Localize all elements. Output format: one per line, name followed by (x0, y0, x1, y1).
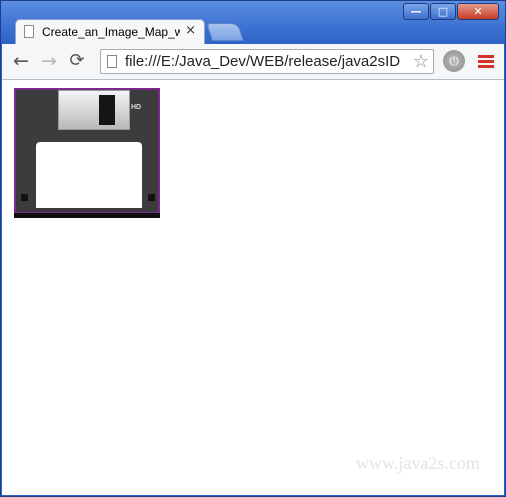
floppy-disk-image[interactable]: HD (14, 88, 160, 218)
menu-icon[interactable] (478, 55, 494, 68)
menu-bar-1 (478, 55, 494, 58)
tab-title: Create_an_Image_Map_wi (42, 25, 180, 39)
forward-button[interactable]: → (38, 50, 60, 72)
menu-bar-3 (478, 65, 494, 68)
close-window-button[interactable]: ✕ (457, 3, 499, 20)
extension-icon[interactable]: ⏻ (443, 50, 465, 72)
page-icon (107, 55, 117, 68)
reload-button[interactable]: ⟳ (66, 50, 88, 72)
page-content: HD www.java2s.com (2, 80, 504, 495)
new-tab-button[interactable] (206, 23, 244, 41)
maximize-button[interactable]: □ (430, 3, 456, 20)
floppy-hole-right (148, 194, 155, 201)
bookmark-star-icon[interactable]: ☆ (413, 51, 429, 72)
url-text[interactable]: file:///E:/Java_Dev/WEB/release/java2sID (125, 53, 407, 70)
tab-close-icon[interactable]: × (185, 23, 196, 38)
minimize-button[interactable]: — (403, 3, 429, 20)
floppy-hd-mark: HD (131, 104, 142, 111)
browser-window: — □ ✕ Create_an_Image_Map_wi × ← → ⟳ fil… (0, 0, 506, 497)
window-controls: — □ ✕ (402, 3, 499, 21)
address-bar[interactable]: file:///E:/Java_Dev/WEB/release/java2sID… (100, 49, 434, 74)
menu-bar-2 (478, 60, 494, 63)
back-button[interactable]: ← (10, 50, 32, 72)
browser-tab[interactable]: Create_an_Image_Map_wi × (15, 19, 205, 45)
floppy-shutter (58, 90, 130, 130)
floppy-hole-left (21, 194, 28, 201)
browser-toolbar: ← → ⟳ file:///E:/Java_Dev/WEB/release/ja… (2, 44, 504, 80)
page-icon (24, 25, 34, 38)
watermark-text: www.java2s.com (356, 453, 480, 473)
floppy-label (36, 142, 142, 208)
floppy-shutter-slot (99, 95, 115, 125)
